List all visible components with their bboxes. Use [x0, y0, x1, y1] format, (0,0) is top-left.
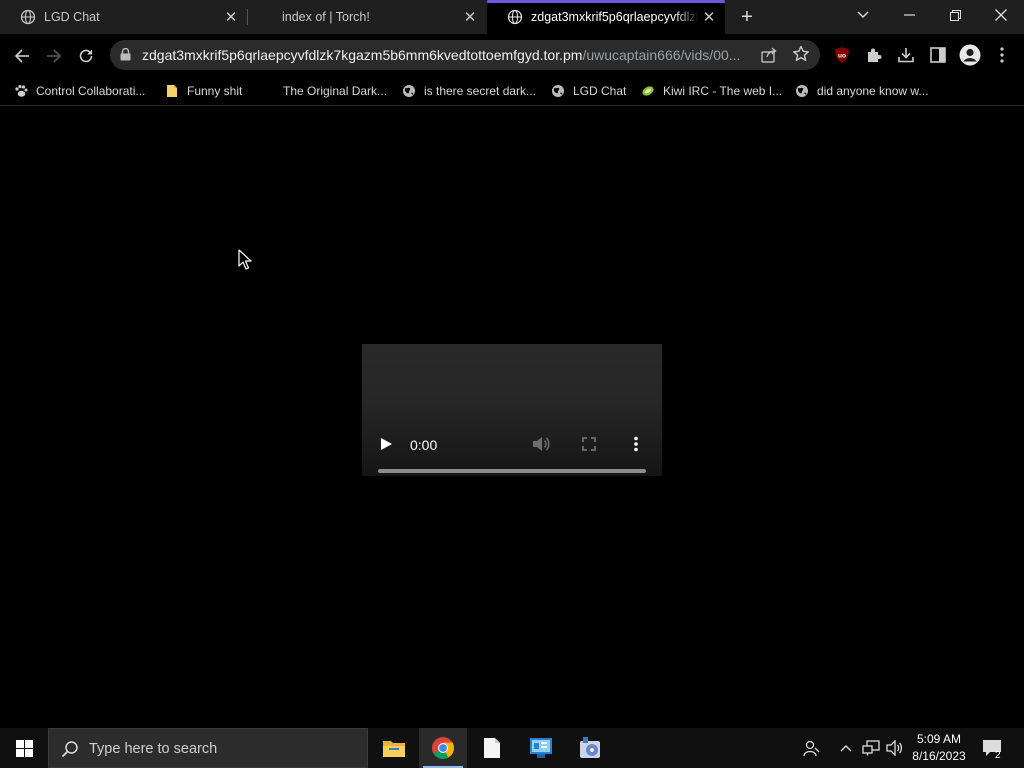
lock-icon[interactable]	[120, 48, 131, 61]
extensions-puzzle-icon[interactable]	[862, 43, 886, 67]
url-path: /uwucaptain666/vids/00...	[582, 47, 741, 63]
play-icon[interactable]	[378, 436, 394, 452]
clock-time: 5:09 AM	[916, 732, 962, 746]
document-icon	[484, 738, 500, 758]
media-icon	[580, 737, 600, 758]
bookmark-control-collaboration[interactable]: Control Collaborati...	[14, 82, 145, 100]
tab-title: zdgat3mxkrif5p6qrlaepcyvfdlzk7kgazm5b6mm…	[531, 10, 699, 24]
side-panel-icon[interactable]	[926, 43, 950, 67]
tab-strip: LGD Chat ✕ index of | Torch! ✕ zdgat3mxk…	[0, 0, 1024, 34]
new-tab-button[interactable]: +	[736, 6, 758, 28]
tab-active-video[interactable]: zdgat3mxkrif5p6qrlaepcyvfdlzk7kgazm5b6mm…	[487, 0, 725, 34]
fullscreen-icon[interactable]	[582, 437, 596, 451]
address-bar[interactable]: zdgat3mxkrif5p6qrlaepcyvfdlzk7kgazm5b6mm…	[110, 40, 820, 70]
bookmark-label: The Original Dark...	[283, 84, 388, 98]
menu-kebab-icon[interactable]	[990, 43, 1014, 67]
bookmark-label: is there secret dark...	[424, 84, 537, 98]
restore-button[interactable]	[932, 0, 978, 30]
search-icon	[61, 741, 78, 758]
bookmark-star-icon[interactable]	[792, 45, 810, 63]
tab-close-icon[interactable]: ✕	[699, 7, 719, 27]
bookmark-label: Funny shit	[187, 84, 243, 98]
video-current-time: 0:00	[410, 437, 438, 453]
control-panel-icon	[530, 738, 552, 758]
volume-icon[interactable]	[885, 738, 905, 758]
system-clock[interactable]: 5:09 AM 8/16/2023	[904, 731, 974, 765]
taskbar-search-box[interactable]: Type here to search	[48, 728, 368, 768]
volume-icon[interactable]	[532, 436, 550, 452]
start-button[interactable]	[0, 728, 48, 768]
url-text[interactable]: zdgat3mxkrif5p6qrlaepcyvfdlzk7kgazm5b6mm…	[142, 47, 752, 63]
close-window-button[interactable]	[978, 0, 1024, 30]
taskbar-media-app[interactable]	[566, 728, 614, 768]
bookmark-secret-dark[interactable]: is there secret dark...	[402, 82, 536, 100]
show-hidden-icons-chevron-icon[interactable]	[836, 738, 856, 758]
folder-icon	[167, 85, 177, 97]
tab-index-of-torch[interactable]: index of | Torch! ✕	[248, 0, 486, 34]
tab-search-chevron-icon[interactable]	[840, 0, 886, 30]
tab-close-icon[interactable]: ✕	[460, 7, 480, 27]
bookmark-lgd-chat[interactable]: LGD Chat	[551, 82, 626, 100]
bookmark-did-anyone-know[interactable]: did anyone know w...	[795, 82, 928, 100]
bookmark-kiwi-irc[interactable]: Kiwi IRC - The web I...	[641, 82, 782, 100]
bookmark-original-dark[interactable]: The Original Dark...	[283, 82, 387, 100]
tab-loading-bar	[487, 0, 725, 3]
taskbar-file-explorer[interactable]	[370, 728, 418, 768]
video-progress-bar[interactable]	[378, 469, 646, 473]
tab-title: index of | Torch!	[282, 10, 370, 24]
taskbar-notepad[interactable]	[468, 728, 516, 768]
people-icon[interactable]	[801, 738, 821, 758]
taskbar-control-panel[interactable]	[517, 728, 565, 768]
ublock-extension-icon[interactable]: uo	[830, 43, 854, 67]
globe-icon	[552, 85, 564, 97]
chrome-icon	[432, 737, 454, 759]
back-button[interactable]	[8, 42, 36, 70]
bookmark-label: did anyone know w...	[817, 84, 929, 98]
taskbar-chrome[interactable]	[419, 728, 467, 768]
windows-logo-icon	[15, 739, 33, 757]
globe-icon	[403, 85, 415, 97]
globe-icon	[796, 85, 808, 97]
page-content: 0:00	[0, 107, 1024, 717]
more-options-icon[interactable]	[632, 436, 640, 452]
globe-icon	[20, 9, 36, 25]
windows-taskbar: Type here to search 5:09 AM 8/16/2023 2	[0, 728, 1024, 768]
globe-icon	[507, 9, 523, 25]
clock-date: 8/16/2023	[912, 749, 966, 763]
network-icon[interactable]	[861, 738, 881, 758]
forward-button[interactable]	[40, 42, 68, 70]
browser-toolbar: zdgat3mxkrif5p6qrlaepcyvfdlzk7kgazm5b6mm…	[0, 34, 1024, 76]
search-placeholder: Type here to search	[89, 741, 218, 757]
mouse-pointer-icon	[238, 249, 252, 270]
bookmark-label: Control Collaborati...	[36, 84, 146, 98]
tab-title: LGD Chat	[44, 10, 100, 24]
url-host: zdgat3mxkrif5p6qrlaepcyvfdlzk7kgazm5b6mm…	[142, 47, 583, 63]
bookmark-funny-shit[interactable]: Funny shit	[165, 82, 242, 100]
tab-close-icon[interactable]: ✕	[221, 7, 241, 27]
bookmark-label: LGD Chat	[573, 84, 627, 98]
profile-avatar-icon[interactable]	[958, 43, 982, 67]
share-icon[interactable]	[760, 46, 778, 64]
bookmarks-bar: Control Collaborati... Funny shit The Or…	[0, 76, 1024, 106]
paw-icon	[15, 85, 28, 97]
bookmark-label: Kiwi IRC - The web I...	[663, 84, 783, 98]
notification-count: 2	[995, 750, 1001, 761]
video-player[interactable]: 0:00	[362, 344, 662, 476]
kiwi-icon	[642, 86, 654, 96]
minimize-button[interactable]	[886, 0, 932, 30]
folder-icon	[383, 741, 405, 757]
download-icon[interactable]	[894, 43, 918, 67]
reload-button[interactable]	[72, 42, 100, 70]
svg-text:uo: uo	[838, 53, 846, 60]
tab-lgd-chat[interactable]: LGD Chat ✕	[0, 0, 247, 34]
